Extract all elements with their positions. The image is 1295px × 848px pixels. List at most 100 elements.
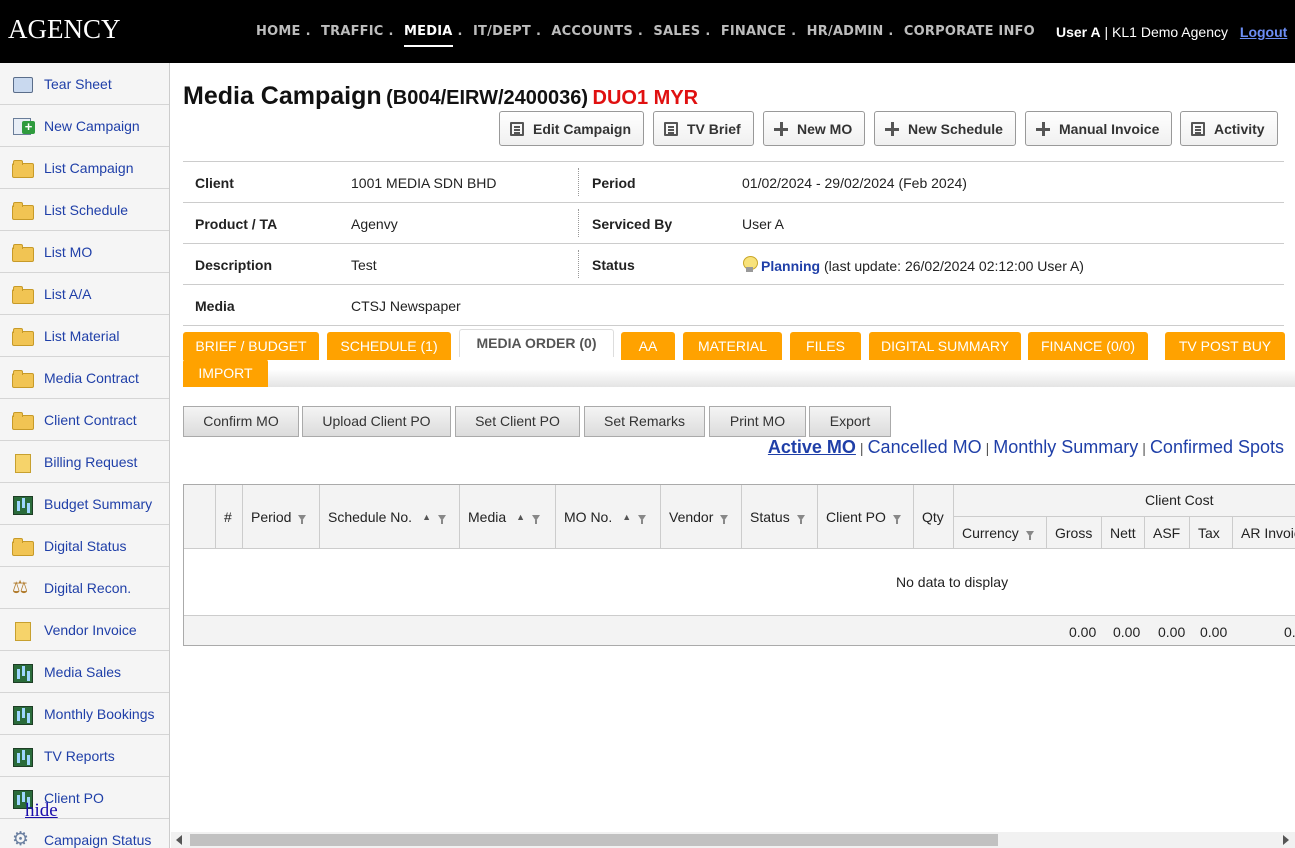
document-icon xyxy=(11,619,35,641)
hide-sidebar-link[interactable]: hide xyxy=(25,800,58,822)
status-planning[interactable]: Planning xyxy=(761,258,820,274)
filter-icon[interactable] xyxy=(437,514,446,524)
activity-button[interactable]: Activity xyxy=(1180,111,1278,146)
nav-finance[interactable]: FINANCE xyxy=(721,24,786,39)
sidebar-item-list-mo[interactable]: List MO xyxy=(0,231,169,273)
tab-media-order[interactable]: MEDIA ORDER (0) xyxy=(459,329,614,357)
manual-invoice-button[interactable]: Manual Invoice xyxy=(1025,111,1173,146)
sidebar-item-tear-sheet[interactable]: Tear Sheet xyxy=(0,63,169,105)
nav-it-dept[interactable]: IT/DEPT xyxy=(473,24,531,39)
nav-home[interactable]: HOME xyxy=(256,24,301,39)
nav-traffic[interactable]: TRAFFIC xyxy=(321,24,383,39)
sidebar-item-label: List A/A xyxy=(44,285,92,302)
sidebar-item-list-campaign[interactable]: List Campaign xyxy=(0,147,169,189)
tab-schedule[interactable]: SCHEDULE (1) xyxy=(327,332,451,360)
sidebar-item-list-schedule[interactable]: List Schedule xyxy=(0,189,169,231)
sidebar-item-label: List Campaign xyxy=(44,159,134,176)
filter-icon[interactable] xyxy=(892,514,901,524)
info-row: Product / TA Agenvy Serviced By User A xyxy=(183,203,1284,244)
sidebar-item-media-contract[interactable]: Media Contract xyxy=(0,357,169,399)
sidebar-item-new-campaign[interactable]: New Campaign xyxy=(0,105,169,147)
filter-icon[interactable] xyxy=(720,514,729,524)
tab-aa[interactable]: AA xyxy=(621,332,675,360)
column-header-vendor[interactable]: Vendor xyxy=(661,485,742,548)
filter-icon[interactable] xyxy=(796,514,805,524)
sidebar-item-budget-summary[interactable]: Budget Summary xyxy=(0,483,169,525)
description-value: Test xyxy=(351,257,377,273)
filter-icon[interactable] xyxy=(1025,530,1034,540)
tab-finance[interactable]: FINANCE (0/0) xyxy=(1028,332,1148,360)
column-header-number[interactable]: # xyxy=(216,485,243,548)
filter-icon[interactable] xyxy=(532,514,541,524)
column-header-gross[interactable]: Gross xyxy=(1047,517,1102,548)
user-separator: | xyxy=(1100,24,1113,40)
logout-link[interactable]: Logout xyxy=(1240,24,1287,40)
sidebar-item-monthly-bookings[interactable]: Monthly Bookings xyxy=(0,693,169,735)
export-button[interactable]: Export xyxy=(809,406,891,437)
column-header-mo-no[interactable]: MO No. ▲ xyxy=(556,485,661,548)
column-header-currency[interactable]: Currency xyxy=(954,517,1047,548)
sidebar-item-media-sales[interactable]: Media Sales xyxy=(0,651,169,693)
monthly-summary-link[interactable]: Monthly Summary xyxy=(993,437,1138,457)
cancelled-mo-link[interactable]: Cancelled MO xyxy=(868,437,982,457)
upload-client-po-button[interactable]: Upload Client PO xyxy=(302,406,451,437)
scroll-right-arrow-icon[interactable] xyxy=(1283,835,1289,845)
tab-import[interactable]: IMPORT xyxy=(183,359,268,387)
product-value: Agenvy xyxy=(351,216,398,232)
sidebar-item-digital-recon[interactable]: Digital Recon. xyxy=(0,567,169,609)
sidebar-item-billing-request[interactable]: Billing Request xyxy=(0,441,169,483)
column-header-schedule-no[interactable]: Schedule No. ▲ xyxy=(320,485,460,548)
grid-totals-row: 0.00 0.00 0.00 0.00 0. xyxy=(184,615,1295,645)
scroll-left-arrow-icon[interactable] xyxy=(176,835,182,845)
sidebar-item-label: Monthly Bookings xyxy=(44,705,155,722)
column-header-client-po[interactable]: Client PO xyxy=(818,485,914,548)
select-column-header[interactable] xyxy=(184,485,216,548)
view-links: Active MO | Cancelled MO | Monthly Summary | C… xyxy=(767,437,1284,457)
new-mo-button[interactable]: New MO xyxy=(763,111,866,146)
tab-tv-post-buy[interactable]: TV POST BUY xyxy=(1165,332,1285,360)
edit-campaign-button[interactable]: Edit Campaign xyxy=(499,111,645,146)
scrollbar-thumb[interactable] xyxy=(190,834,998,846)
nav-media[interactable]: MEDIA xyxy=(404,24,453,47)
sidebar-item-list-aa[interactable]: List A/A xyxy=(0,273,169,315)
sort-asc-icon[interactable]: ▲ xyxy=(622,512,631,522)
list-icon xyxy=(510,121,524,136)
sidebar-item-list-material[interactable]: List Material xyxy=(0,315,169,357)
sidebar-item-label: New Campaign xyxy=(44,117,140,134)
horizontal-scrollbar[interactable] xyxy=(171,832,1295,848)
column-header-status[interactable]: Status xyxy=(742,485,818,548)
column-header-media[interactable]: Media ▲ xyxy=(460,485,556,548)
app-logo[interactable]: AGENCY xyxy=(8,14,121,45)
set-client-po-button[interactable]: Set Client PO xyxy=(455,406,580,437)
tv-brief-button[interactable]: TV Brief xyxy=(653,111,754,146)
filter-icon[interactable] xyxy=(298,514,307,524)
new-schedule-button[interactable]: New Schedule xyxy=(874,111,1016,146)
column-header-asf[interactable]: ASF xyxy=(1145,517,1190,548)
print-mo-button[interactable]: Print MO xyxy=(709,406,806,437)
sort-asc-icon[interactable]: ▲ xyxy=(422,512,431,522)
sort-asc-icon[interactable]: ▲ xyxy=(516,512,525,522)
tab-brief-budget[interactable]: BRIEF / BUDGET xyxy=(183,332,319,360)
column-header-ar-invoice[interactable]: AR Invoic xyxy=(1233,517,1295,548)
column-header-nett[interactable]: Nett xyxy=(1102,517,1145,548)
column-header-period[interactable]: Period xyxy=(243,485,320,548)
nav-hr-admin[interactable]: HR/ADMIN xyxy=(807,24,884,39)
sidebar-item-digital-status[interactable]: Digital Status xyxy=(0,525,169,567)
active-mo-link[interactable]: Active MO xyxy=(768,437,856,457)
nav-corporate-info[interactable]: CORPORATE INFO xyxy=(904,24,1035,39)
nav-accounts[interactable]: ACCOUNTS xyxy=(551,24,632,39)
sidebar-item-client-contract[interactable]: Client Contract xyxy=(0,399,169,441)
sidebar-item-vendor-invoice[interactable]: Vendor Invoice xyxy=(0,609,169,651)
sidebar-item-tv-reports[interactable]: TV Reports xyxy=(0,735,169,777)
tab-material[interactable]: MATERIAL xyxy=(683,332,782,360)
column-header-tax[interactable]: Tax xyxy=(1190,517,1233,548)
tab-files[interactable]: FILES xyxy=(790,332,861,360)
nav-sales[interactable]: SALES xyxy=(653,24,700,39)
filter-icon[interactable] xyxy=(638,514,647,524)
sidebar-item-campaign-status[interactable]: Campaign Status xyxy=(0,819,169,848)
column-header-qty[interactable]: Qty xyxy=(914,485,954,548)
confirmed-spots-link[interactable]: Confirmed Spots xyxy=(1150,437,1284,457)
set-remarks-button[interactable]: Set Remarks xyxy=(584,406,705,437)
tab-digital-summary[interactable]: DIGITAL SUMMARY xyxy=(869,332,1021,360)
confirm-mo-button[interactable]: Confirm MO xyxy=(183,406,299,437)
